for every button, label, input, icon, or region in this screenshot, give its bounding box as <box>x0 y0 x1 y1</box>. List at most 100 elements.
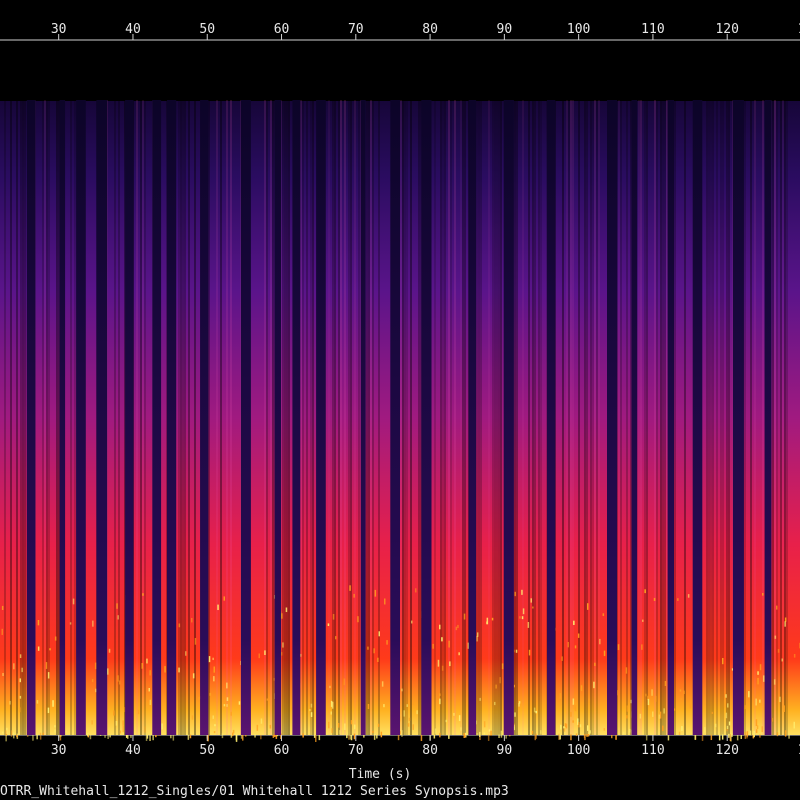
energy-speckle <box>642 619 644 622</box>
spectrum-streak <box>464 100 466 735</box>
energy-speckle <box>731 733 733 737</box>
energy-speckle <box>757 671 759 675</box>
spectrum-streak <box>664 100 666 735</box>
energy-speckle <box>170 734 172 739</box>
energy-speckle <box>439 624 441 630</box>
energy-speckle <box>689 702 692 709</box>
energy-speckle <box>137 709 140 715</box>
spectrum-streak <box>434 100 436 735</box>
spectrum-streak <box>10 100 12 735</box>
energy-speckle <box>378 631 380 637</box>
spectrum-streak <box>540 100 542 735</box>
energy-speckle <box>65 730 67 733</box>
energy-speckle <box>519 616 521 619</box>
energy-speckle <box>54 636 57 641</box>
spectrum-streak <box>230 100 232 735</box>
energy-speckle <box>763 703 765 710</box>
energy-speckle <box>755 729 758 733</box>
energy-speckle <box>130 735 132 738</box>
energy-speckle <box>533 707 536 713</box>
silence-gap <box>76 100 86 735</box>
top-tick-label: 120 <box>715 22 738 37</box>
spectrum-streak <box>744 100 746 735</box>
energy-speckle <box>588 698 590 703</box>
spectrum-streak <box>562 100 564 735</box>
energy-speckle <box>572 720 574 723</box>
spectrum-streak <box>404 100 406 735</box>
energy-speckle <box>753 730 755 738</box>
spectrum-streak <box>288 100 290 735</box>
energy-speckle <box>490 730 492 736</box>
energy-speckle <box>149 699 152 706</box>
energy-speckle <box>282 642 284 648</box>
energy-speckle <box>332 614 335 620</box>
energy-speckle <box>488 729 491 732</box>
energy-speckle <box>453 712 455 716</box>
spectrum-streak <box>372 100 374 735</box>
bottom-tick-label: 40 <box>125 743 141 758</box>
spectrum-streak <box>460 100 462 735</box>
energy-speckle <box>617 644 620 651</box>
spectrum-streak <box>46 100 48 735</box>
silence-gap <box>503 100 514 735</box>
spectrum-streak <box>578 100 580 735</box>
energy-speckle <box>629 728 631 733</box>
spectrum-streak <box>144 100 146 735</box>
energy-speckle <box>254 734 256 738</box>
energy-speckle <box>437 659 440 667</box>
energy-speckle <box>49 648 51 651</box>
energy-speckle <box>501 663 504 670</box>
silence-gap <box>607 100 618 735</box>
energy-speckle <box>208 656 211 663</box>
energy-speckle <box>722 658 724 665</box>
energy-speckle <box>194 638 197 645</box>
energy-speckle <box>641 644 643 650</box>
energy-speckle <box>155 735 157 738</box>
energy-speckle <box>530 598 532 603</box>
energy-speckle <box>748 691 750 698</box>
spectrum-streak <box>722 100 724 735</box>
energy-speckle <box>744 705 747 710</box>
energy-speckle <box>350 720 353 725</box>
energy-speckle <box>187 734 190 740</box>
energy-speckle <box>32 734 34 741</box>
energy-speckle <box>318 734 321 741</box>
energy-speckle <box>416 710 418 715</box>
energy-speckle <box>149 670 151 676</box>
energy-speckle <box>678 731 681 736</box>
spectrum-streak <box>654 100 656 735</box>
energy-speckle <box>578 722 580 728</box>
energy-speckle <box>230 711 232 716</box>
energy-speckle <box>683 690 685 695</box>
spectrum-streak <box>646 100 648 735</box>
top-tick-label: 30 <box>51 22 67 37</box>
spectrum-streak <box>338 100 340 735</box>
energy-speckle <box>559 734 561 740</box>
silence-gap <box>316 100 326 735</box>
spectrum-streak <box>70 100 72 735</box>
energy-speckle <box>354 724 356 730</box>
spectrogram-plot-area <box>0 41 800 742</box>
energy-speckle <box>6 727 8 735</box>
spectrum-streak <box>370 100 372 735</box>
energy-speckle <box>152 734 154 741</box>
energy-speckle <box>744 732 747 739</box>
energy-speckle <box>514 591 516 597</box>
spectrum-streak <box>378 100 380 735</box>
energy-speckle <box>515 649 518 653</box>
energy-speckle <box>9 700 11 705</box>
energy-speckle <box>109 734 111 738</box>
energy-speckle <box>565 723 568 729</box>
energy-speckle <box>118 680 121 685</box>
energy-speckle <box>264 650 266 655</box>
spectrum-streak <box>334 100 336 735</box>
energy-speckle <box>212 715 214 719</box>
energy-speckle <box>380 731 383 738</box>
energy-speckle <box>483 721 486 728</box>
energy-speckle <box>408 717 411 722</box>
energy-speckle <box>448 640 450 648</box>
energy-speckle <box>226 697 229 701</box>
energy-speckle <box>258 653 260 659</box>
energy-speckle <box>710 734 713 741</box>
energy-speckle <box>146 658 148 664</box>
